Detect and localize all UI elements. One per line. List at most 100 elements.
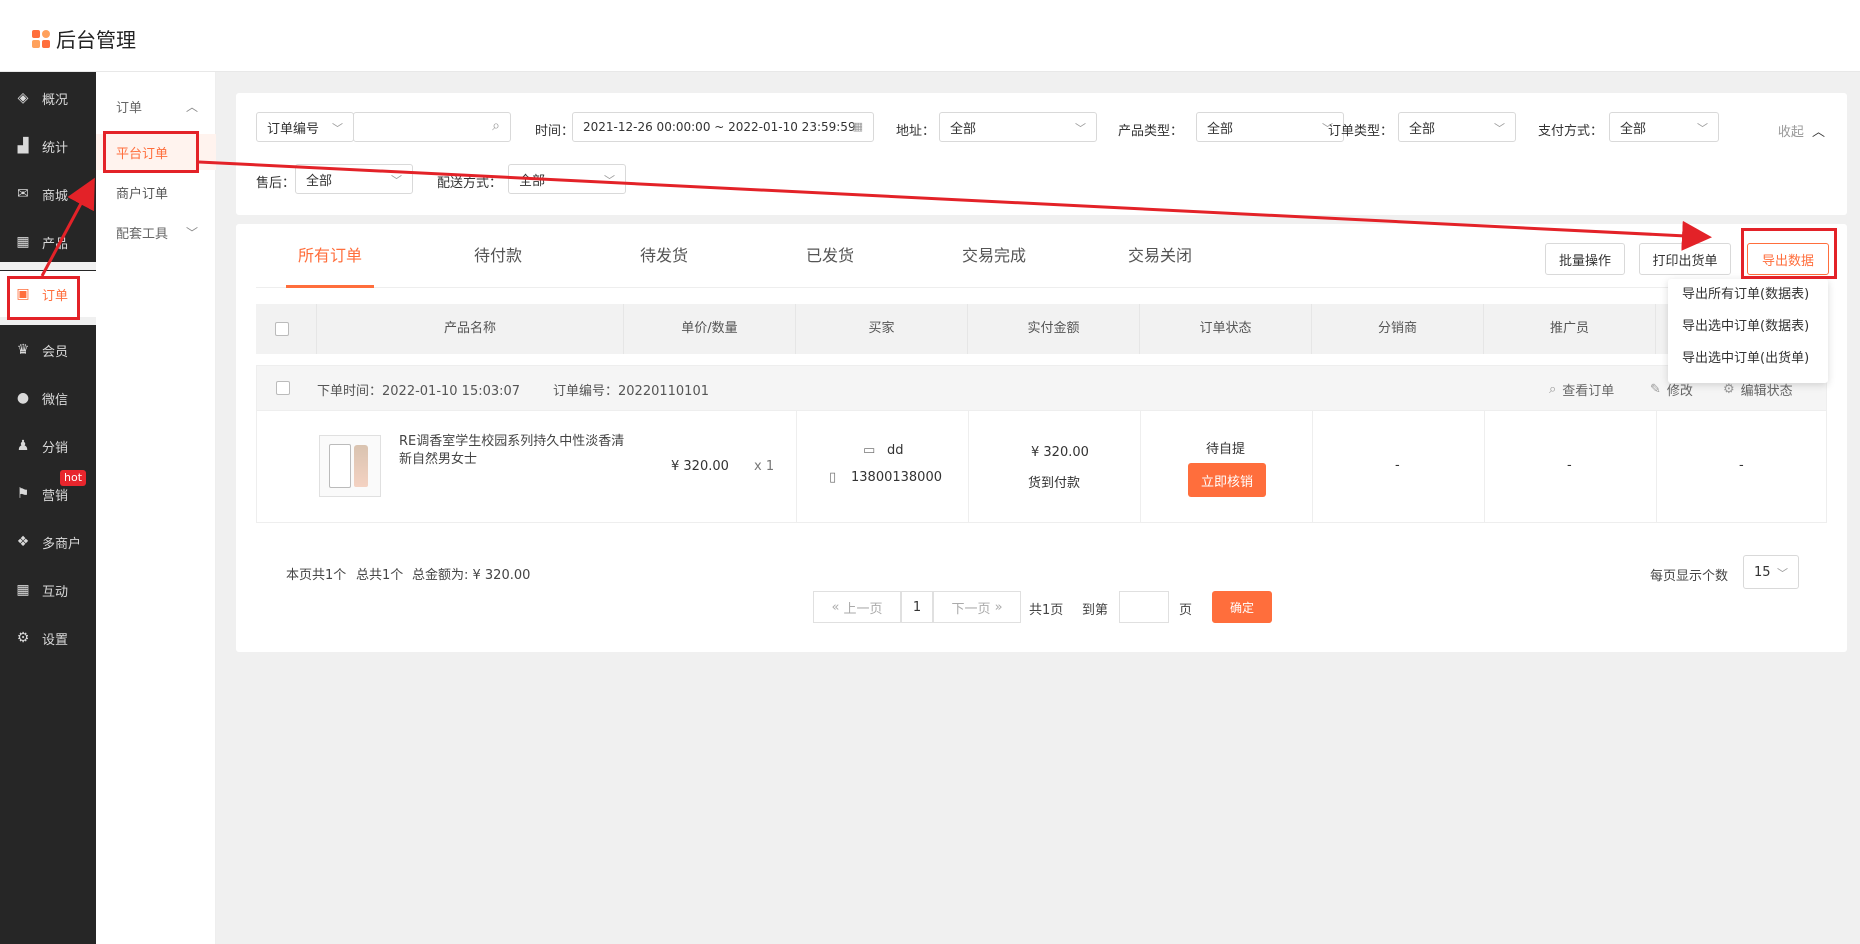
grid-icon: ▦ [16,234,30,250]
sidebar-item-orders[interactable]: ▣ 订单 [0,271,96,317]
sidebar-item-overview[interactable]: ◈ 概况 [0,78,96,118]
pay-method-label: 支付方式： [1538,124,1604,139]
batch-operation-button[interactable]: 批量操作 [1545,243,1625,275]
sidebar-divider [0,262,96,270]
summary-total-amount: 总金额为: ¥ 320.00 [412,568,531,583]
tab-all-orders[interactable]: 所有订单 [286,224,374,288]
export-selected-orders-shipping[interactable]: 导出选中订单(出货单) [1668,343,1828,375]
per-page-label: 每页显示个数 [1650,569,1729,584]
logo[interactable]: 后台管理 [32,24,136,53]
column-header: 分销商 [1312,304,1484,354]
view-order-label: 查看订单 [1562,384,1615,399]
after-sale-select[interactable]: 全部 ﹀ [295,164,413,194]
verify-now-button[interactable]: 立即核销 [1188,463,1266,497]
sidebar-item-interaction[interactable]: ▦ 互动 [0,570,96,610]
product-cell: RE调香室学生校园系列持久中性淡香清新自然男女士 ¥ 320.00 x 1 [257,411,797,522]
subnav-group-tools[interactable]: 配套工具 ﹀ [96,214,216,250]
wechat-icon: ● [16,390,30,406]
subnav-group-label: 配套工具 [116,226,169,242]
order-number: 订单编号：20220110101 [553,384,709,399]
product-name[interactable]: RE调香室学生校园系列持久中性淡香清新自然男女士 [399,433,631,469]
sidebar-item-wechat[interactable]: ● 微信 [0,378,96,418]
delivery-label: 配送方式： [437,176,503,191]
search-icon[interactable]: ⌕ [492,118,500,134]
after-sale-label: 售后： [256,176,296,191]
sidebar-item-distribution[interactable]: ♟ 分销 [0,426,96,466]
users-icon: ♟ [16,438,30,454]
promoter-cell: - [1485,411,1657,522]
distributor-cell: - [1313,411,1485,522]
tab-closed[interactable]: 交易关闭 [1116,224,1204,288]
subnav-item-label: 平台订单 [116,146,169,162]
sidebar-item-label: 产品 [42,236,69,252]
export-all-orders-sheet[interactable]: 导出所有订单(数据表) [1668,279,1828,311]
view-order-link[interactable]: ⌕ 查看订单 [1549,380,1614,399]
chart-icon: ▟ [17,138,29,154]
export-data-button[interactable]: 导出数据 [1747,243,1829,275]
address-select[interactable]: 全部 ﹀ [939,112,1097,142]
print-shipping-button[interactable]: 打印出货单 [1639,243,1731,275]
chevron-up-icon: ︿ [1811,125,1825,140]
prev-page-button[interactable]: « 上一页 [813,591,901,623]
order-checkbox[interactable] [276,381,290,395]
export-selected-orders-sheet[interactable]: 导出选中订单(数据表) [1668,311,1828,343]
time-range-picker[interactable]: 2021-12-26 00:00:00 ~ 2022-01-10 23:59:5… [572,112,874,142]
sidebar-item-settings[interactable]: ⚙ 设置 [0,618,96,658]
sidebar-item-product[interactable]: ▦ 产品 [0,222,96,262]
pay-method-select[interactable]: 全部 ﹀ [1609,112,1719,142]
subnav-item-merchant-orders[interactable]: 商户订单 [96,174,216,210]
subnav-group-orders[interactable]: 订单 ︿ [96,88,216,124]
status-cell: 待自提 立即核销 [1141,411,1313,522]
pay-method: 货到付款 [1028,476,1081,491]
buyer-cell: ▭ dd ▯ 13800138000 [797,411,969,522]
chevron-down-icon: ﹀ [391,174,402,187]
product-type-select[interactable]: 全部 ﹀ [1196,112,1344,142]
order-field-select[interactable]: 订单编号 ﹀ [256,112,354,142]
tab-pending-shipment[interactable]: 待发货 [620,224,708,288]
top-bar: 后台管理 [0,0,1860,72]
main-sidebar: ◈ 概况 ▟ 统计 ✉ 商城 ▦ 产品 ▣ 订单 ♛ 会员 ● 微信 ♟ 分销 ⚑ 营销 hot … [0,72,96,944]
tab-pending-payment[interactable]: 待付款 [454,224,542,288]
product-image[interactable] [319,435,381,497]
column-header: 实付金额 [968,304,1140,354]
order-type-label: 订单类型： [1328,124,1394,139]
collapse-toggle[interactable]: 收起 ︿ [1778,121,1825,140]
address-select-value: 全部 [950,121,977,137]
paid-cell: ¥ 320.00 货到付款 [969,411,1141,522]
next-page-label: 下一页 [951,601,991,617]
extra-cell: - [1657,411,1827,522]
order-type-select[interactable]: 全部 ﹀ [1398,112,1516,142]
order-time: 下单时间：2022-01-10 15:03:07 [317,384,521,399]
next-page-button[interactable]: 下一页 » [933,591,1021,623]
settings-icon: ⚙ [1723,382,1735,397]
goto-confirm-button[interactable]: 确定 [1212,591,1272,623]
crown-icon: ♛ [16,342,30,358]
order-search-input[interactable]: ⌕ [353,112,511,142]
chevron-down-icon: ﹀ [1494,122,1505,135]
chevron-up-icon: ︿ [185,99,198,114]
table-header: 产品名称 单价/数量 买家 实付金额 订单状态 分销商 推广员 [256,304,1827,354]
goto-page-input[interactable] [1119,591,1169,623]
sidebar-item-multi-merchant[interactable]: ❖ 多商户 [0,522,96,562]
phone-icon: ▯ [829,470,837,485]
order-status: 待自提 [1206,442,1246,457]
sidebar-item-label: 商城 [42,188,69,204]
sidebar-item-mall[interactable]: ✉ 商城 [0,174,96,214]
unit-price: ¥ 320.00 [671,459,729,474]
flag-icon: ⚑ [16,486,30,502]
per-page-select[interactable]: 15 ﹀ [1743,555,1799,589]
delivery-select[interactable]: 全部 ﹀ [508,164,626,194]
sidebar-item-stats[interactable]: ▟ 统计 [0,126,96,166]
select-all-checkbox[interactable] [275,322,289,336]
quantity: x 1 [754,459,775,474]
tab-completed[interactable]: 交易完成 [950,224,1038,288]
subnav-item-platform-orders[interactable]: 平台订单 [96,134,216,170]
page-unit: 页 [1179,603,1193,618]
sidebar-item-marketing[interactable]: ⚑ 营销 hot [0,470,96,514]
summary-page-count: 本页共1个 [286,568,347,583]
sidebar-item-members[interactable]: ♛ 会员 [0,330,96,370]
summary-total-count: 总共1个 [356,568,404,583]
chevron-down-icon: ﹀ [604,174,615,187]
page-number-button[interactable]: 1 [901,591,933,623]
tab-shipped[interactable]: 已发货 [786,224,874,288]
